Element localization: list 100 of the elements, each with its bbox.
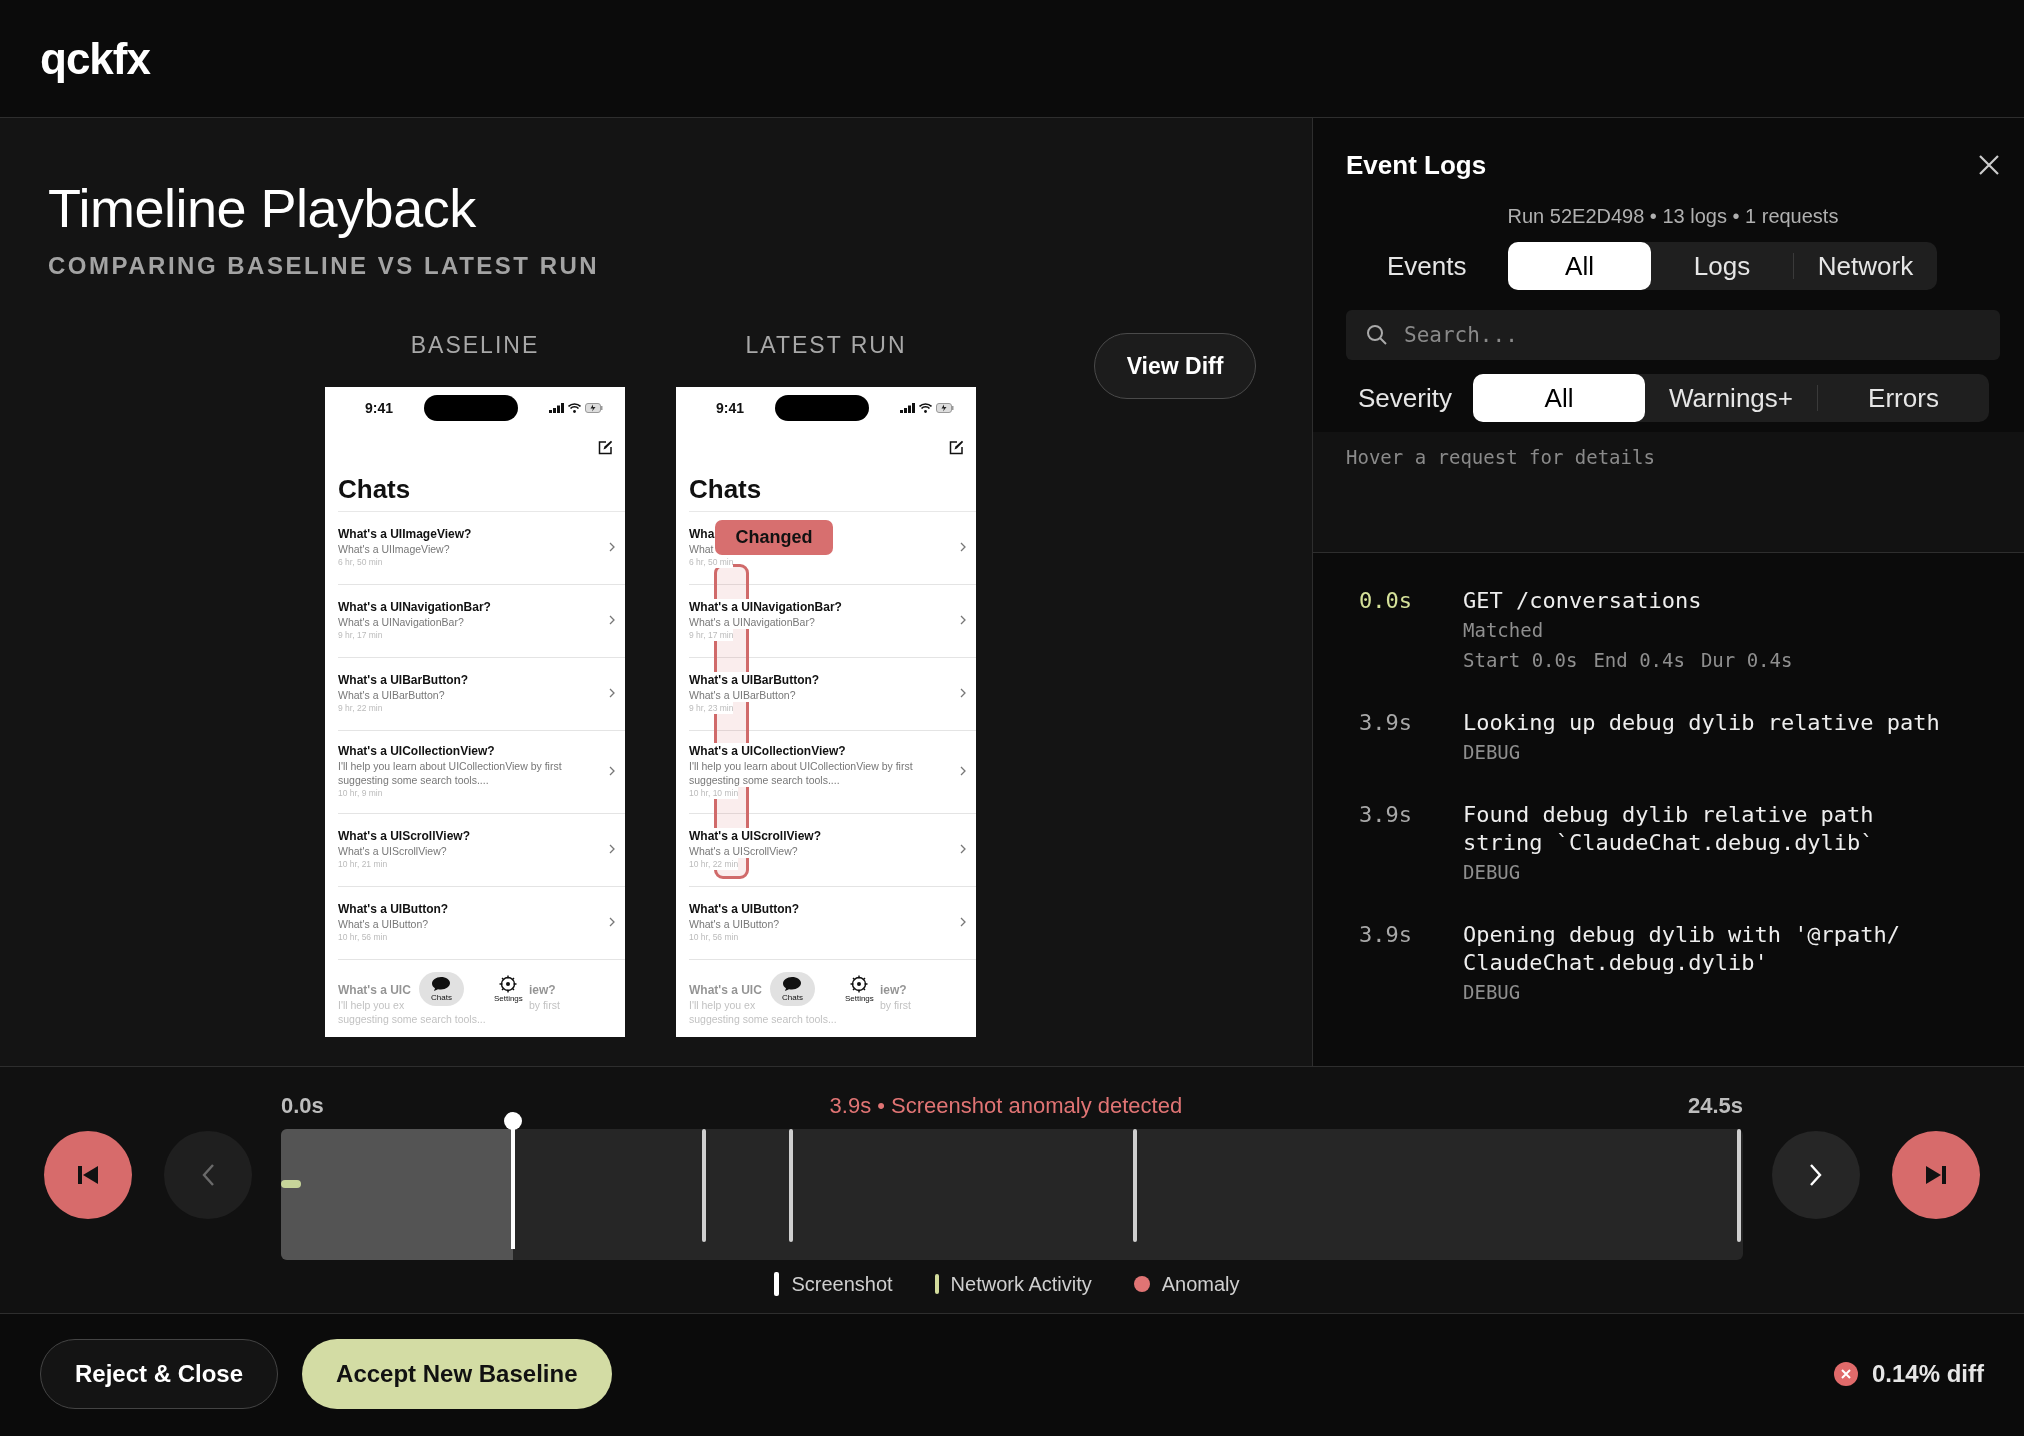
chat-time: 10 hr, 21 min — [338, 858, 388, 870]
filter-tab[interactable]: Network — [1794, 242, 1937, 290]
anomaly-legend-icon — [1133, 1276, 1150, 1292]
chat-title: What's a UINavigationBar? — [689, 599, 842, 615]
skip-start-icon — [76, 1165, 100, 1185]
wifi-icon — [919, 403, 932, 413]
chevron-icon — [960, 688, 966, 698]
chat-bubble-icon — [782, 976, 803, 992]
chevron-icon — [960, 766, 966, 776]
timeline-track[interactable] — [281, 1129, 1743, 1260]
tab-bar-item[interactable]: Chats — [770, 972, 815, 1006]
screenshot-marker[interactable] — [1736, 1129, 1741, 1242]
legend-label: Network Activity — [950, 1272, 1092, 1296]
filter-label: Severity — [1358, 382, 1453, 414]
chevron-right-icon — [1809, 1163, 1823, 1187]
chevron-icon — [960, 917, 966, 927]
chat-bubble-icon — [431, 976, 452, 992]
gear-icon — [850, 975, 869, 993]
search-icon — [1366, 324, 1388, 346]
chat-time: 10 hr, 10 min — [689, 787, 739, 799]
signal-icon — [549, 403, 564, 413]
log-message: Looking up debug dylib relative path — [1463, 709, 1940, 737]
chat-preview: I'll help you ex — [689, 998, 756, 1012]
filter-tab[interactable]: Warnings+ — [1645, 374, 1817, 422]
chevron-icon — [960, 615, 966, 625]
chat-row[interactable]: What's a UIScrollView? What's a UIScrollView? 10 hr, 22 min — [689, 814, 976, 887]
close-icon[interactable] — [1978, 154, 2000, 176]
run-info: Run 52E2D498 • 13 logs • 1 requests — [1507, 205, 1839, 227]
filter-label: Events — [1387, 250, 1468, 282]
compose-icon[interactable] — [948, 440, 964, 456]
chat-preview: What's a UIButton? — [689, 917, 780, 931]
status-time: 9:41 — [365, 400, 394, 416]
filter-tab[interactable]: Errors — [1818, 374, 1989, 422]
compose-icon[interactable] — [597, 440, 613, 456]
changed-badge: Changed — [715, 520, 833, 555]
hint-text: Hover a request for details — [1346, 446, 1655, 468]
chevron-icon — [609, 542, 615, 552]
gear-icon — [499, 975, 518, 993]
chat-preview: What's a UIScrollView? — [689, 844, 798, 858]
filter-tab[interactable]: Logs — [1651, 242, 1793, 290]
chat-preview: What's a UINavigationBar? — [338, 615, 464, 629]
app-logo: qckfx — [40, 33, 150, 84]
request-timing: Start 0.0s — [1463, 648, 1578, 673]
status-time: 9:41 — [716, 400, 745, 416]
screenshot-marker[interactable] — [701, 1129, 706, 1242]
accept-button[interactable]: Accept New Baseline — [302, 1339, 612, 1409]
signal-icon — [900, 403, 915, 413]
reject-button[interactable]: Reject & Close — [40, 1339, 279, 1409]
network-marker[interactable] — [281, 1180, 301, 1188]
chat-title: What's a UIBarButton? — [689, 672, 820, 688]
tab-bar-item[interactable]: Chats — [419, 972, 464, 1006]
battery-icon — [585, 403, 603, 413]
chat-preview: What's a UIBarButton? — [338, 688, 445, 702]
error-icon — [1833, 1362, 1858, 1386]
chat-row[interactable]: What's a UIScrollView? What's a UIScrollView? 10 hr, 21 min — [338, 814, 625, 887]
request-timing: Dur 0.4s — [1700, 648, 1793, 673]
filter-tab[interactable]: All — [1508, 242, 1651, 290]
chat-row[interactable]: What's a UICollectionView? I'll help you learn about UICollectionView by first suggesting some search tools.... 10 hr, 10 min — [689, 731, 976, 814]
filter-tab[interactable]: All — [1473, 374, 1645, 422]
chat-title: What's a UICollectionView? — [689, 743, 846, 759]
legend-label: Anomaly — [1161, 1272, 1240, 1296]
battery-icon — [936, 403, 954, 413]
chat-preview: What's a UIButton? — [338, 917, 429, 931]
skip-end-icon — [1924, 1165, 1948, 1185]
search-field[interactable]: Search... — [1346, 310, 2000, 360]
chat-preview: What's a UIScrollView? — [338, 844, 447, 858]
log-time: 3.9s — [1359, 921, 1413, 949]
log-time: 3.9s — [1359, 801, 1413, 829]
chat-time: 10 hr, 22 min — [689, 858, 739, 870]
chat-title: What's a UIScrollView? — [689, 828, 821, 844]
page-subtitle: COMPARING BASELINE VS LATEST RUN — [48, 252, 600, 280]
chat-time: 10 hr, 56 min — [689, 931, 739, 943]
chevron-icon — [609, 766, 615, 776]
screenshot-marker[interactable] — [1132, 1129, 1137, 1242]
network-legend-icon — [934, 1274, 939, 1294]
chat-preview: by first — [879, 998, 911, 1012]
screenshot-marker[interactable] — [789, 1129, 794, 1242]
column-label: LATEST RUN — [745, 331, 907, 359]
column-label: BASELINE — [410, 331, 540, 359]
diff-percentage: 0.14% diff — [1871, 1360, 1984, 1388]
request-status: Matched — [1463, 618, 1544, 643]
view-diff-button[interactable]: View Diff — [1094, 333, 1256, 399]
log-severity: DEBUG — [1463, 860, 1521, 885]
chat-row[interactable]: What's a UIButton? What's a UIButton? 10 hr, 56 min — [689, 887, 976, 960]
request-timing: End 0.4s — [1593, 648, 1685, 673]
chevron-icon — [609, 615, 615, 625]
anomaly-status: 3.9s • Screenshot anomaly detected — [829, 1093, 1183, 1119]
chat-row[interactable]: What's a UIButton? What's a UIButton? 10 hr, 56 min — [338, 887, 625, 960]
wifi-icon — [568, 403, 581, 413]
chevron-left-icon — [201, 1163, 215, 1187]
log-severity: DEBUG — [1463, 740, 1521, 765]
playhead-handle[interactable] — [503, 1111, 524, 1251]
chevron-icon — [609, 844, 615, 854]
legend-label: Screenshot — [791, 1272, 893, 1296]
log-severity: DEBUG — [1463, 980, 1521, 1005]
page-title: Timeline Playback — [48, 177, 476, 240]
chat-title: What's a UINavigationBar? — [338, 599, 491, 615]
chevron-icon — [609, 688, 615, 698]
chat-preview: What's a UIImageView? — [338, 542, 450, 556]
chat-preview: What's a UINavigationBar? — [689, 615, 815, 629]
